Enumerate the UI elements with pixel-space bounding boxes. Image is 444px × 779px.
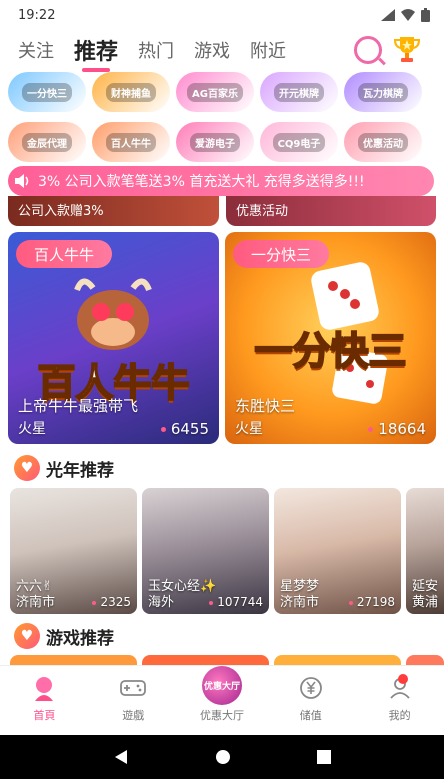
game-recommend-card[interactable] <box>10 655 137 665</box>
nav-label: 优惠大厅 <box>199 709 244 722</box>
category-item[interactable]: CQ9电子 <box>260 122 338 162</box>
category-label: AG百家乐 <box>187 82 243 102</box>
nav-label: 遊戲 <box>122 709 145 722</box>
home-button-icon[interactable] <box>215 749 231 765</box>
category-label: 百人牛牛 <box>106 132 156 152</box>
game-card-tag: 百人牛牛 <box>16 240 113 268</box>
game-card-location: 火星 <box>18 421 46 437</box>
category-label: 瓦力棋牌 <box>358 82 408 102</box>
game-recommend-card[interactable] <box>142 655 269 665</box>
streamer-viewer-count: 2325 <box>92 595 131 609</box>
game-card[interactable]: 百人牛牛 百人牛牛 上帝牛牛最强带飞 火星 6455 <box>8 232 219 444</box>
heart-icon: ♥ <box>14 623 40 649</box>
category-item[interactable]: 财神捕鱼 <box>92 72 170 112</box>
section-header-games: ♥ 游戏推荐 <box>14 623 114 649</box>
category-item[interactable]: 一分快三 <box>8 72 86 112</box>
streamer-viewer-count: 107744 <box>209 595 263 609</box>
tab-games[interactable]: 游戏 <box>194 37 230 63</box>
tab-popular[interactable]: 热门 <box>138 37 174 63</box>
category-item[interactable]: 金辰代理 <box>8 122 86 162</box>
streamer-location: 济南市 <box>16 595 56 610</box>
nav-profile[interactable]: 我的 <box>355 666 444 735</box>
nav-label: 首頁 <box>33 709 56 722</box>
status-time: 19:22 <box>18 7 56 23</box>
status-icons <box>381 8 430 22</box>
streamer-card[interactable]: 星梦梦 济南市 27198 <box>274 488 401 614</box>
notification-badge <box>397 674 408 684</box>
promo-hall-icon: 优惠大厅 <box>201 666 242 705</box>
streamer-viewer-count: 27198 <box>349 595 395 609</box>
game-card-location: 火星 <box>235 421 263 437</box>
trophy-icon[interactable] <box>392 34 422 64</box>
tab-following[interactable]: 关注 <box>18 37 54 63</box>
streamer-location: 海外 <box>148 595 175 610</box>
yen-icon <box>298 675 324 701</box>
status-bar: 19:22 <box>0 0 444 30</box>
category-label: 优惠活动 <box>358 132 408 152</box>
battery-icon <box>421 8 430 22</box>
category-label: 一分快三 <box>22 82 72 102</box>
nav-label: 我的 <box>388 709 411 722</box>
category-label: CQ9电子 <box>272 132 326 152</box>
category-label: 金辰代理 <box>22 132 72 152</box>
game-card-title: 上帝牛牛最强带飞 <box>18 397 139 415</box>
promo-strip[interactable]: 公司入款赠3% <box>8 196 219 226</box>
game-card-count: 6455 <box>161 420 209 438</box>
app-screen: 19:22 关注 推荐 热门 游戏 附近 一分快三 财神捕鱼 AG百家乐 开元棋… <box>0 0 444 779</box>
streamer-card[interactable]: 六六✌ 济南市 2325 <box>10 488 137 614</box>
promo-strip-label: 公司入款赠3% <box>18 204 104 219</box>
category-item[interactable]: 优惠活动 <box>344 122 422 162</box>
game-card-art-text: 一分快三 <box>253 328 407 374</box>
game-card-tag: 一分快三 <box>233 240 330 268</box>
recents-icon[interactable] <box>317 750 331 764</box>
cow-mascot-icon <box>74 278 152 350</box>
nav-promo-hall[interactable]: 优惠大厅 优惠大厅 <box>178 666 267 735</box>
bottom-nav: 首頁 遊戲 优惠大厅 优惠大厅 储值 我的 <box>0 665 444 735</box>
game-recommend-card[interactable] <box>406 655 444 665</box>
section-header-streamers: ♥ 光年推荐 <box>14 455 114 481</box>
tab-recommended[interactable]: 推荐 <box>74 34 118 72</box>
category-label: 开元棋牌 <box>274 82 324 102</box>
nav-deposit[interactable]: 储值 <box>266 666 355 735</box>
search-icon[interactable] <box>354 36 382 64</box>
gamepad-icon <box>120 675 147 701</box>
promo-hall-badge-text: 优惠大厅 <box>203 682 240 692</box>
category-grid: 一分快三 财神捕鱼 AG百家乐 开元棋牌 瓦力棋牌 金辰代理 百人牛牛 爱游电子… <box>8 72 436 162</box>
wifi-icon <box>401 9 415 21</box>
heart-icon: ♥ <box>14 455 40 481</box>
home-icon <box>31 675 57 701</box>
category-item[interactable]: 百人牛牛 <box>92 122 170 162</box>
back-icon[interactable] <box>113 749 129 765</box>
tab-nearby[interactable]: 附近 <box>250 37 286 63</box>
game-recommend-card[interactable] <box>274 655 401 665</box>
signal-icon <box>381 9 395 21</box>
announcement-text: 3% 公司入款笔笔送3% 首充送大礼 充得多送得多!!! <box>38 174 365 190</box>
nav-home[interactable]: 首頁 <box>0 666 89 735</box>
streamer-card[interactable]: 延安 黄浦 <box>406 488 444 614</box>
category-item[interactable]: 瓦力棋牌 <box>344 72 422 112</box>
system-nav-bar <box>0 735 444 779</box>
announcement-bar[interactable]: 3% 公司入款笔笔送3% 首充送大礼 充得多送得多!!! <box>8 166 434 196</box>
streamer-location: 黄浦 <box>412 595 439 610</box>
nav-label: 储值 <box>299 709 322 722</box>
section-title: 光年推荐 <box>46 460 114 481</box>
category-label: 爱游电子 <box>190 132 240 152</box>
speaker-icon <box>8 166 38 196</box>
game-card-count: 18664 <box>368 420 426 438</box>
section-title: 游戏推荐 <box>46 628 114 649</box>
nav-games[interactable]: 遊戲 <box>89 666 178 735</box>
category-item[interactable]: AG百家乐 <box>176 72 254 112</box>
streamer-location: 济南市 <box>280 595 320 610</box>
streamer-card[interactable]: 玉女心经✨ 海外 107744 <box>142 488 269 614</box>
game-card[interactable]: 一分快三 一分快三 东胜快三 火星 18664 <box>225 232 436 444</box>
game-card-title: 东胜快三 <box>235 397 296 415</box>
category-label: 财神捕鱼 <box>106 82 156 102</box>
promo-strip-label: 优惠活动 <box>236 204 289 219</box>
category-item[interactable]: 爱游电子 <box>176 122 254 162</box>
promo-strip[interactable]: 优惠活动 <box>226 196 436 226</box>
category-item[interactable]: 开元棋牌 <box>260 72 338 112</box>
